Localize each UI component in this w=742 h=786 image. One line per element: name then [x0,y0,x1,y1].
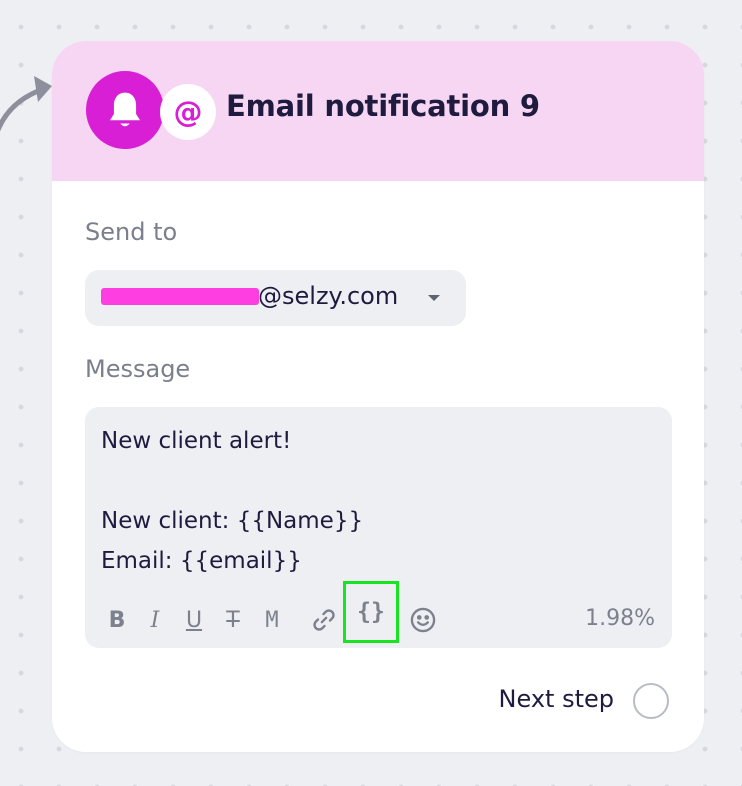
next-step-label: Next step [498,685,614,713]
recipient-dropdown[interactable]: @selzy.com [85,270,466,326]
email-notification-node-card[interactable]: @ Email notification 9 Send to @selzy.co… [52,41,704,752]
bold-button[interactable]: B [105,604,129,636]
strikethrough-button[interactable]: T [221,604,245,636]
send-to-label: Send to [85,218,178,246]
italic-button[interactable]: I [143,604,167,636]
message-label: Message [85,355,191,383]
character-usage-indicator: 1.98% [585,606,655,631]
bell-icon [86,71,164,149]
node-header: @ Email notification 9 [52,41,704,181]
next-step-connector-handle[interactable] [633,683,669,719]
incoming-connector-arrow [0,76,52,132]
message-text[interactable]: New client alert! New client: {{Name}} E… [101,421,656,581]
underline-button[interactable]: U [182,604,206,636]
message-editor[interactable]: New client alert! New client: {{Name}} E… [85,407,672,648]
monospace-button[interactable]: M [260,604,284,636]
emoji-icon[interactable] [408,604,438,636]
at-sign-icon: @ [160,84,216,140]
chevron-down-icon [428,295,440,301]
insert-variable-button[interactable]: {} [343,581,399,643]
redaction-mark [101,288,259,305]
node-title: Email notification 9 [226,89,540,123]
recipient-email: @selzy.com [258,282,399,310]
link-icon[interactable] [309,604,339,636]
